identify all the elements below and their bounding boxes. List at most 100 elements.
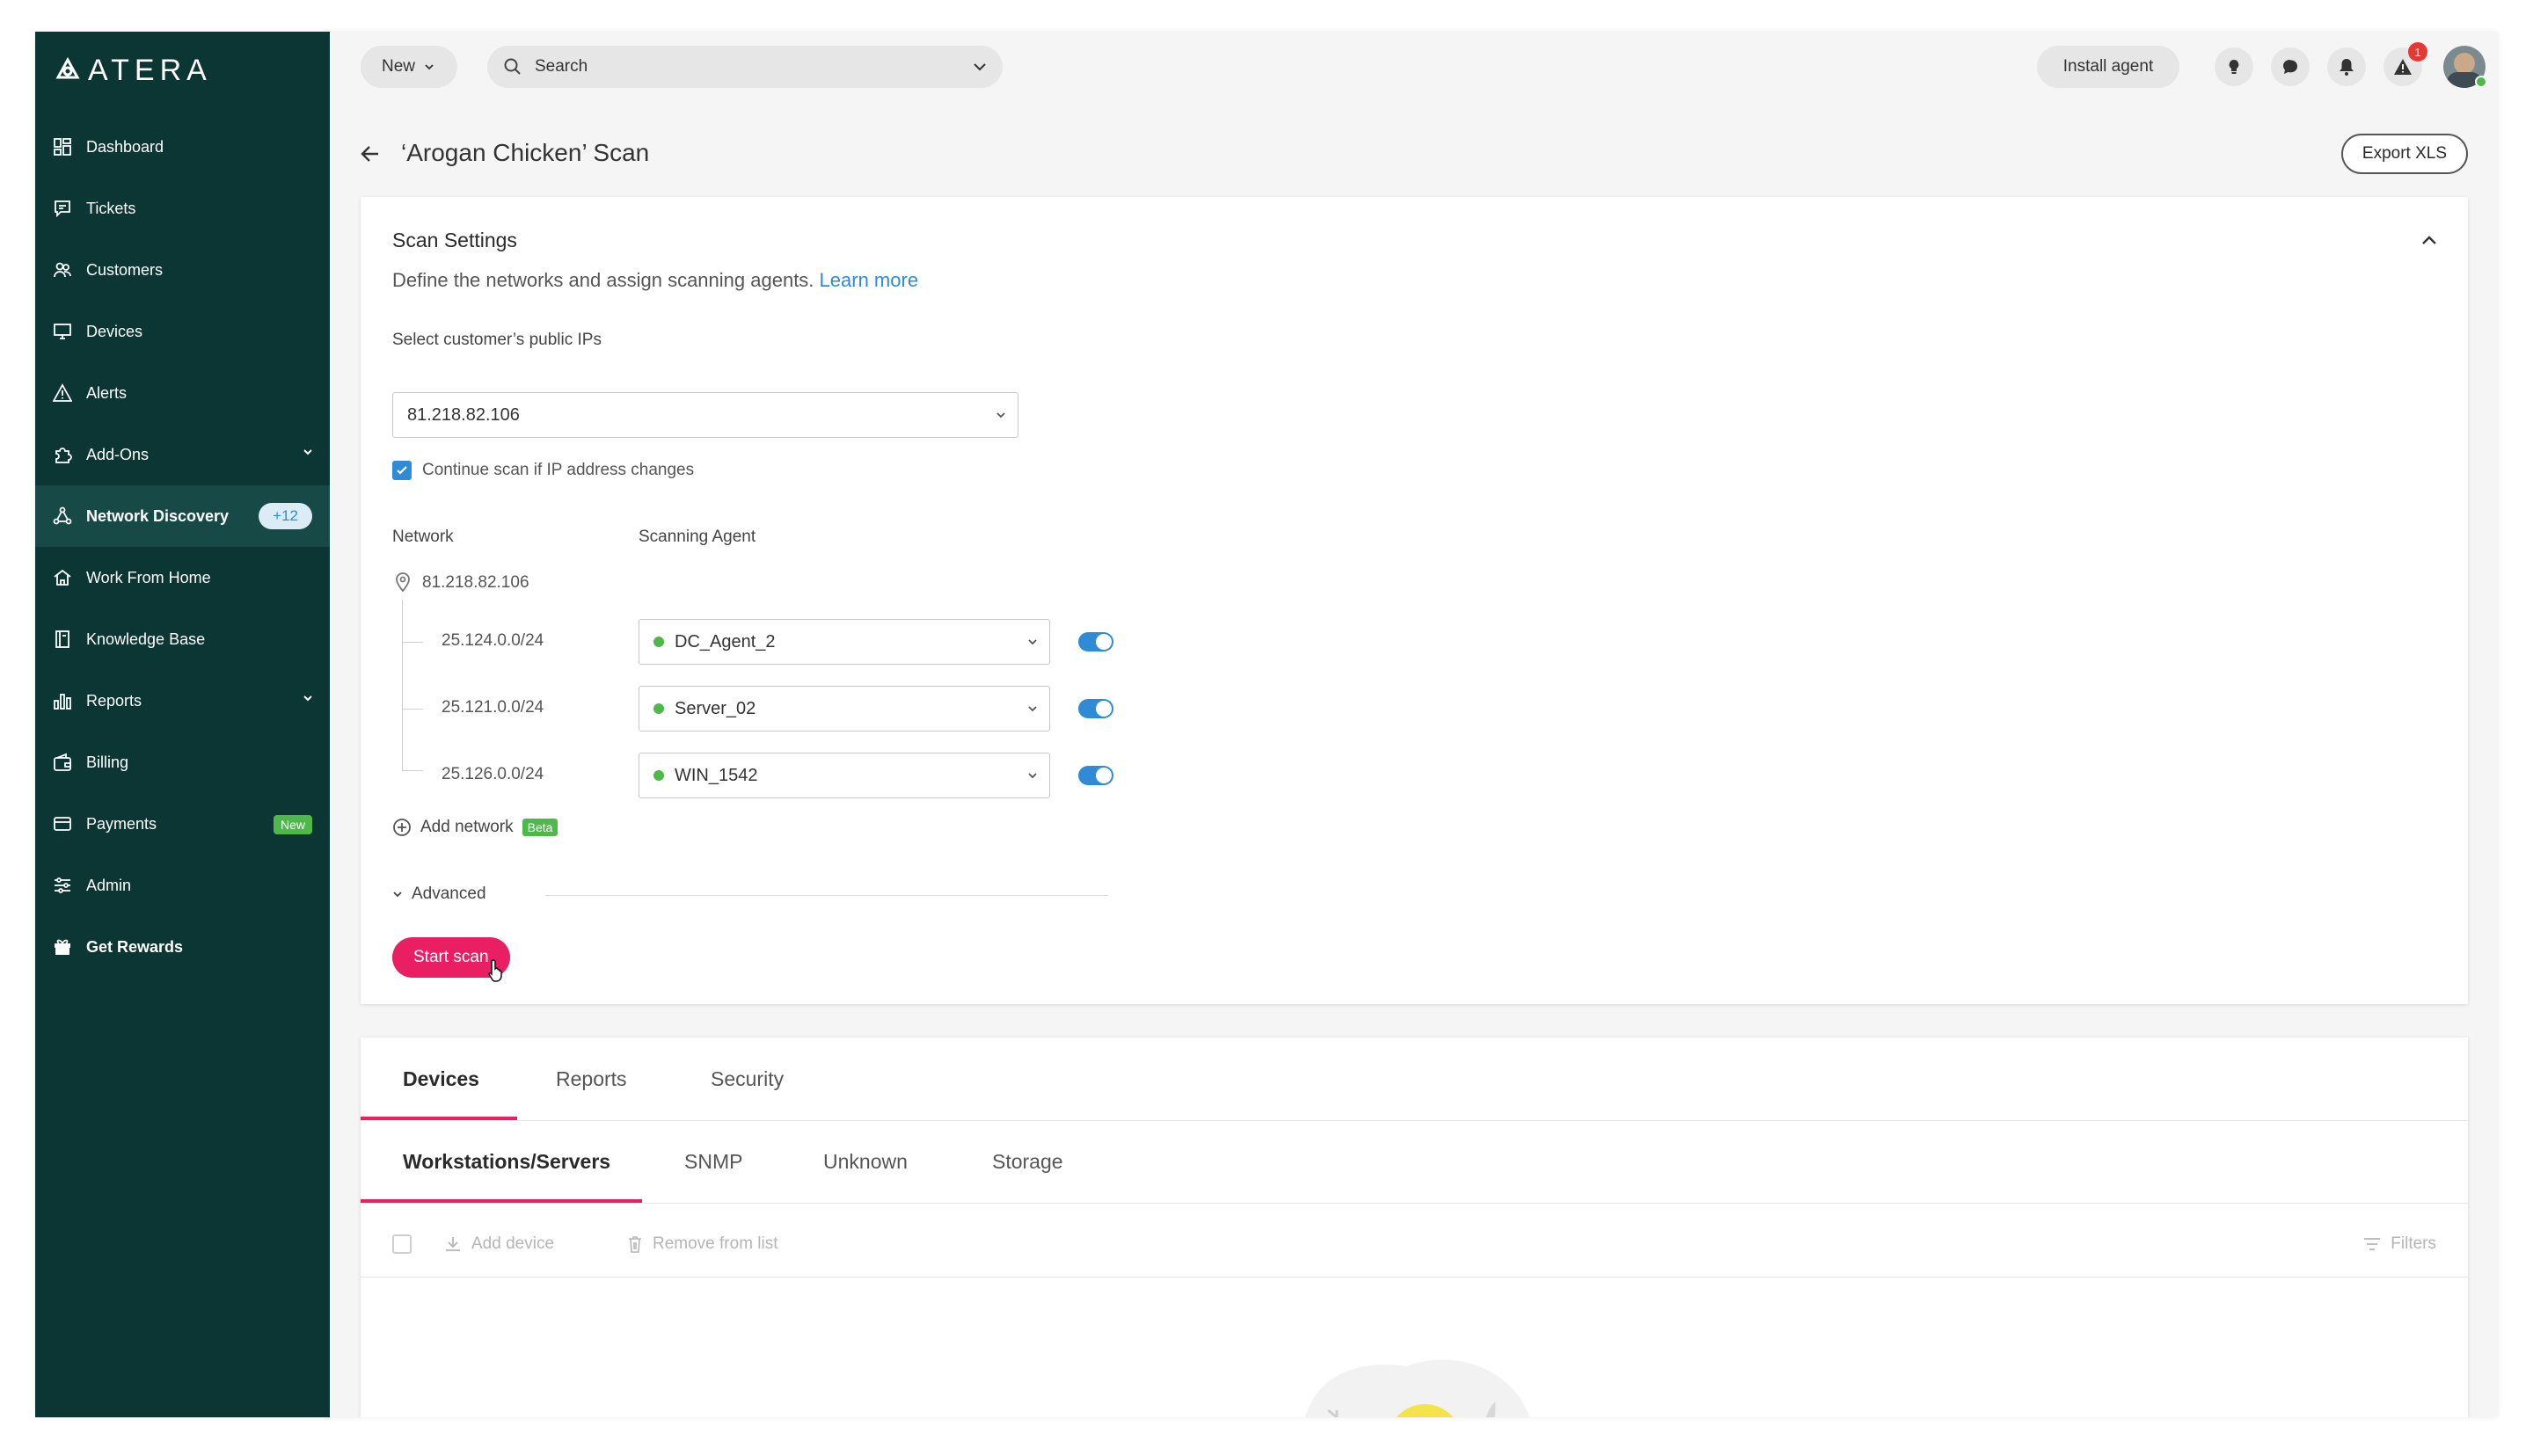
continue-scan-checkbox[interactable] xyxy=(392,461,412,480)
divider xyxy=(361,1203,2468,1204)
tab-devices[interactable]: Devices xyxy=(403,1037,479,1120)
new-button[interactable]: New xyxy=(361,46,457,88)
lightbulb-button[interactable] xyxy=(2215,47,2253,86)
new-label: New xyxy=(382,57,416,76)
chevron-down-icon xyxy=(303,449,312,455)
sidebar-item-get-rewards[interactable]: Get Rewards xyxy=(35,916,330,978)
filters-button[interactable]: Filters xyxy=(2362,1234,2436,1254)
network-toggle[interactable] xyxy=(1078,699,1113,718)
chevron-down-icon[interactable] xyxy=(973,62,987,72)
search-input[interactable]: Search xyxy=(535,57,588,76)
tab-security[interactable]: Security xyxy=(711,1037,784,1120)
install-agent-button[interactable]: Install agent xyxy=(2037,46,2179,88)
download-icon xyxy=(446,1237,460,1251)
sidebar-item-label: Knowledge Base xyxy=(86,630,206,648)
sidebar-item-alerts[interactable]: Alerts xyxy=(35,362,330,424)
atera-logo[interactable]: ATERA xyxy=(55,51,212,90)
monitor-icon xyxy=(51,320,74,343)
sidebar-item-label: Devices xyxy=(86,322,143,340)
sidebar-item-label: Admin xyxy=(86,876,132,894)
learn-more-link[interactable]: Learn more xyxy=(820,269,919,291)
sidebar-item-label: Payments xyxy=(86,814,157,833)
sidebar-item-knowledge-base[interactable]: Knowledge Base xyxy=(35,608,330,670)
agent-value: Server_02 xyxy=(675,698,756,718)
subtab-unknown[interactable]: Unknown xyxy=(823,1120,908,1203)
agent-select[interactable]: WIN_1542 xyxy=(639,753,1050,798)
checkmark-icon xyxy=(397,466,407,475)
filters-label: Filters xyxy=(2391,1234,2436,1253)
page-title: ‘Arogan Chicken’ Scan xyxy=(401,139,650,166)
agent-select[interactable]: DC_Agent_2 xyxy=(639,619,1050,665)
tree-branch xyxy=(402,770,423,771)
chat-button[interactable] xyxy=(2271,47,2310,86)
scan-settings-description: Define the networks and assign scanning … xyxy=(392,269,918,292)
wallet-icon xyxy=(51,751,74,774)
sidebar-item-devices[interactable]: Devices xyxy=(35,301,330,362)
sidebar-item-label: Alerts xyxy=(86,383,128,402)
agent-column-header: Scanning Agent xyxy=(639,528,756,546)
bell-icon xyxy=(2340,59,2354,76)
sidebar-item-add-ons[interactable]: Add-Ons xyxy=(35,424,330,485)
public-ip-value: 81.218.82.106 xyxy=(407,404,520,425)
advanced-label: Advanced xyxy=(412,885,486,903)
new-badge: New xyxy=(273,815,312,834)
chevron-down-icon xyxy=(425,64,434,70)
count-badge: +12 xyxy=(259,503,312,529)
tab-reports[interactable]: Reports xyxy=(556,1037,627,1120)
network-toggle[interactable] xyxy=(1078,766,1113,785)
sidebar-item-network-discovery[interactable]: Network Discovery +12 xyxy=(35,485,330,547)
select-all-checkbox[interactable] xyxy=(392,1234,412,1254)
subtab-snmp[interactable]: SNMP xyxy=(684,1120,742,1203)
sidebar-item-label: Work From Home xyxy=(86,568,211,586)
continue-scan-label: Continue scan if IP address changes xyxy=(422,461,695,479)
add-device-label: Add device xyxy=(471,1234,555,1253)
gift-icon xyxy=(51,935,74,958)
ticket-icon xyxy=(51,197,74,220)
add-device-button[interactable]: Add device xyxy=(443,1234,554,1254)
divider xyxy=(545,895,1108,896)
add-network-button[interactable]: Add network Beta xyxy=(392,818,558,837)
plus-circle-icon xyxy=(393,819,411,836)
remove-from-list-button[interactable]: Remove from list xyxy=(626,1234,778,1254)
home-icon xyxy=(51,566,74,589)
sidebar-item-reports[interactable]: Reports xyxy=(35,670,330,732)
sidebar-item-payments[interactable]: Payments New xyxy=(35,793,330,855)
subtab-storage[interactable]: Storage xyxy=(992,1120,1063,1203)
tree-branch xyxy=(402,642,423,643)
add-network-label: Add network xyxy=(420,818,514,836)
notifications-button[interactable] xyxy=(2327,47,2366,86)
root-ip: 81.218.82.106 xyxy=(422,573,529,592)
sidebar-item-work-from-home[interactable]: Work From Home xyxy=(35,547,330,608)
agent-value: WIN_1542 xyxy=(675,765,758,785)
public-ip-select[interactable]: 81.218.82.106 xyxy=(392,392,1018,438)
agent-select[interactable]: Server_02 xyxy=(639,686,1050,732)
sidebar-item-billing[interactable]: Billing xyxy=(35,732,330,793)
results-card: Devices Reports Security Workstations/Se… xyxy=(361,1037,2468,1417)
chevron-up-icon[interactable] xyxy=(2420,234,2438,246)
alerts-button[interactable]: 1 xyxy=(2383,42,2427,86)
search-bar[interactable]: Search xyxy=(487,46,1003,88)
network-toggle[interactable] xyxy=(1078,632,1113,652)
sidebar-item-tickets[interactable]: Tickets xyxy=(35,178,330,239)
status-dot xyxy=(653,637,664,647)
advanced-toggle[interactable]: Advanced xyxy=(392,885,486,904)
scan-settings-card: Scan Settings Define the networks and as… xyxy=(361,197,2468,1004)
back-arrow-icon[interactable] xyxy=(359,142,382,165)
tree-branch xyxy=(402,709,423,710)
scan-settings-title: Scan Settings xyxy=(392,229,517,251)
empty-state-illustration xyxy=(1305,1359,1530,1417)
book-icon xyxy=(51,628,74,651)
export-xls-button[interactable]: Export XLS xyxy=(2340,134,2468,174)
lightbulb-icon xyxy=(2229,60,2239,74)
sliders-icon xyxy=(51,874,74,897)
agent-value: DC_Agent_2 xyxy=(675,631,776,652)
sidebar-item-dashboard[interactable]: Dashboard xyxy=(35,116,330,178)
subtab-workstations-servers[interactable]: Workstations/Servers xyxy=(403,1120,610,1203)
app-window: ATERA Dashboard Tickets Customers Device… xyxy=(35,32,2498,1417)
beta-badge: Beta xyxy=(522,819,558,836)
dashboard-icon xyxy=(51,135,74,158)
warning-icon xyxy=(51,382,74,404)
sidebar-nav: Dashboard Tickets Customers Devices Aler… xyxy=(35,116,330,978)
sidebar-item-admin[interactable]: Admin xyxy=(35,855,330,916)
sidebar-item-customers[interactable]: Customers xyxy=(35,239,330,301)
